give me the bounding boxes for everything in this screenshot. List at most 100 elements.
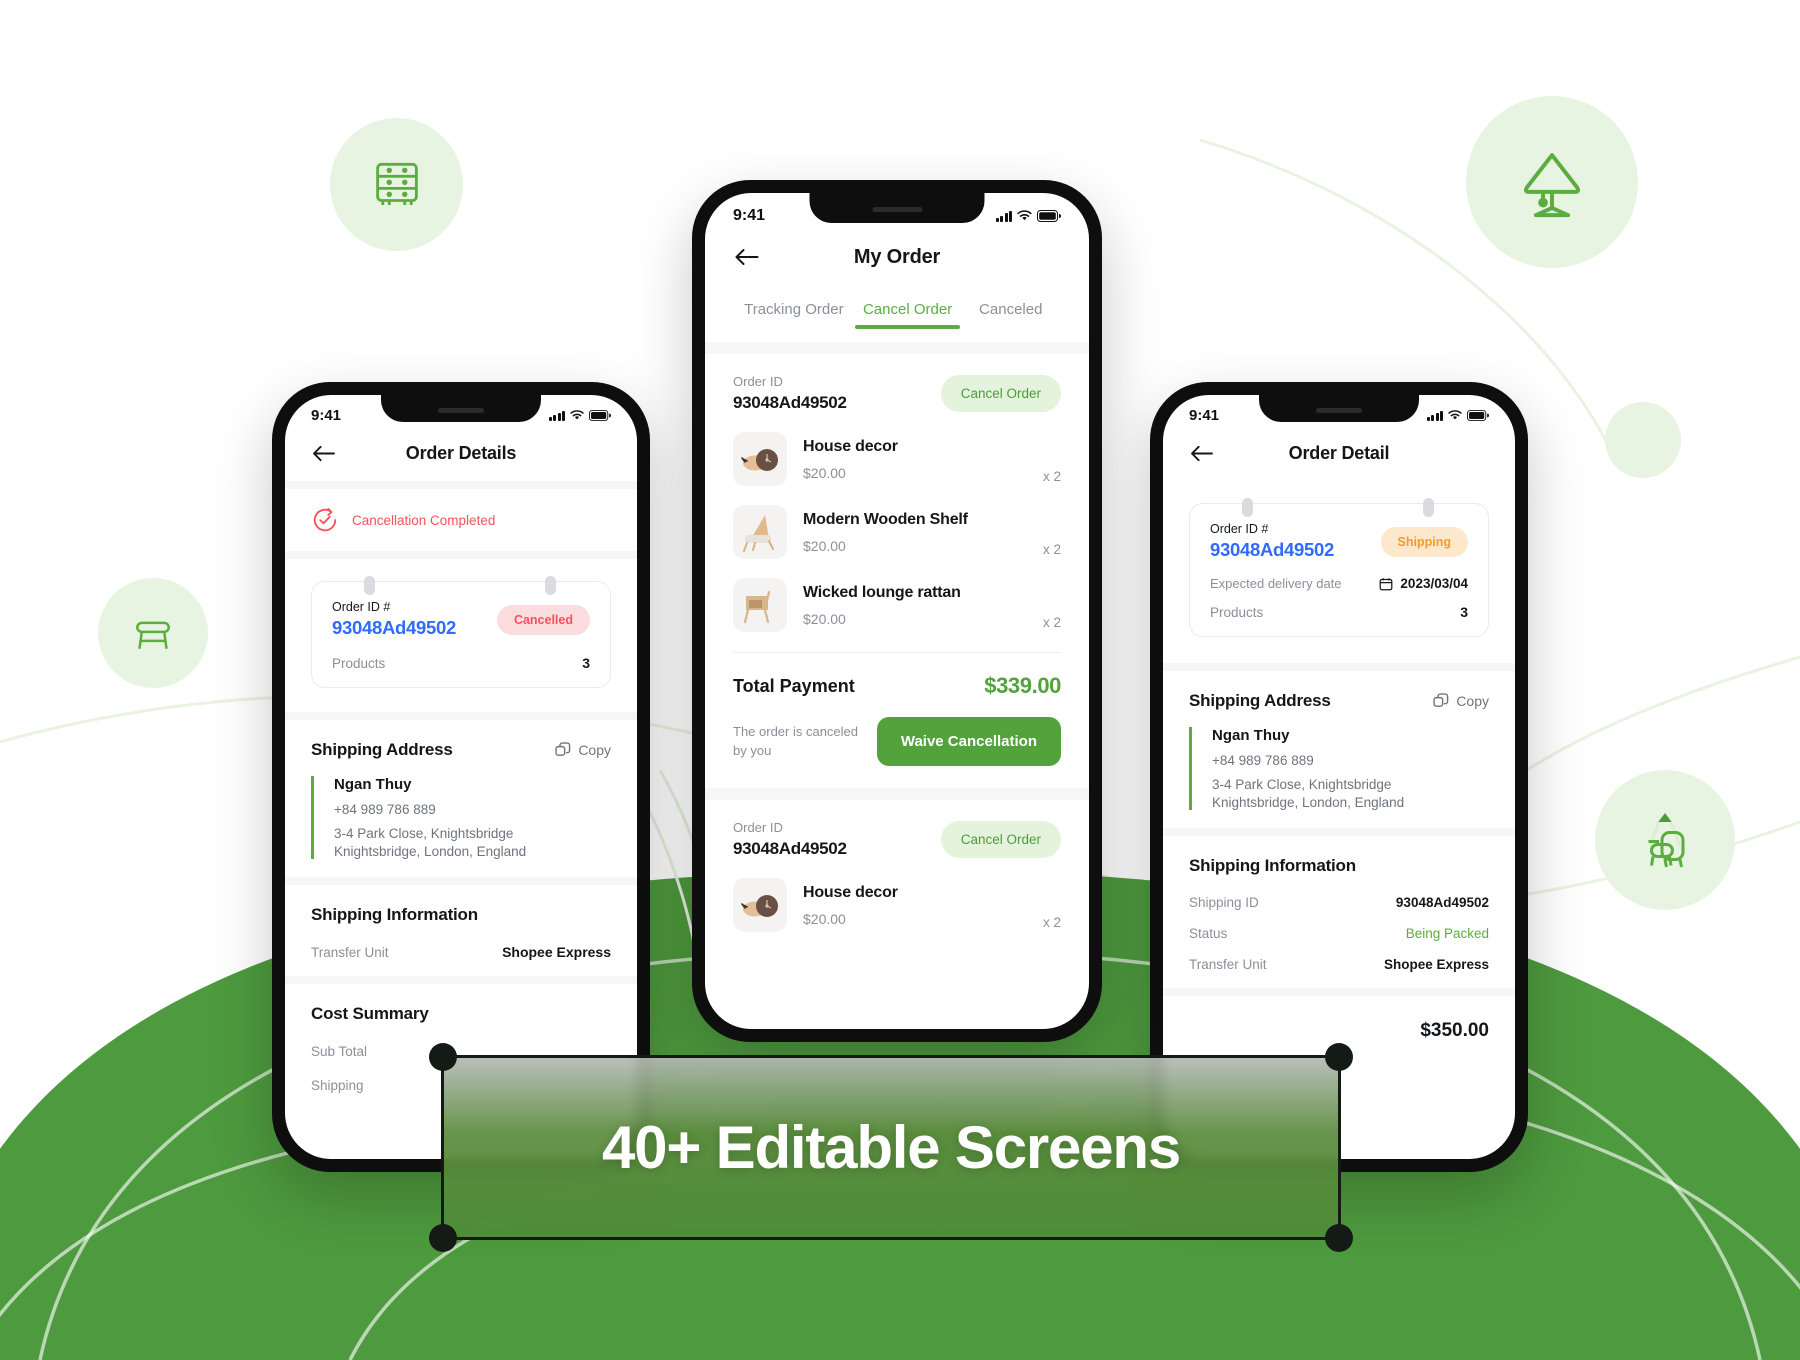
tab-tracking-order[interactable]: Tracking Order xyxy=(733,301,855,318)
resize-handle-bottom-left[interactable] xyxy=(429,1224,457,1252)
info-row-shipping-id: Shipping ID 93048Ad49502 xyxy=(1189,895,1489,910)
shipping-information-section: Shipping Information Shipping ID 93048Ad… xyxy=(1163,836,1515,988)
back-arrow-icon[interactable] xyxy=(733,247,760,267)
delivery-date-label: Expected delivery date xyxy=(1210,576,1342,591)
divider xyxy=(1163,663,1515,671)
cancel-order-button[interactable]: Cancel Order xyxy=(940,375,1061,412)
order-card-wrap: Order ID # 93048Ad49502 Cancelled Produc… xyxy=(285,559,637,688)
dresser-icon xyxy=(375,162,418,205)
table-lamp-icon xyxy=(1523,153,1581,218)
order-card-wrap: Order ID # 93048Ad49502 Shipping Expecte… xyxy=(1163,481,1515,637)
editable-screens-banner[interactable]: 40+ Editable Screens xyxy=(429,1043,1353,1252)
divider xyxy=(285,481,637,489)
delivery-date-row: Expected delivery date 2023/03/04 xyxy=(1210,576,1468,591)
page-title: Order Detail xyxy=(1288,443,1390,463)
total-payment-label: Total Payment xyxy=(733,675,855,696)
info-value: 93048Ad49502 xyxy=(1395,895,1489,910)
info-row: Transfer Unit Shopee Express xyxy=(311,944,611,960)
cancel-order-button[interactable]: Cancel Order xyxy=(940,821,1061,858)
product-image xyxy=(733,505,787,559)
order-summary-card: Order ID # 93048Ad49502 Cancelled Produc… xyxy=(311,576,611,688)
tab-bar: Tracking Order Cancel Order Canceled xyxy=(705,287,1089,331)
shipping-information-section: Shipping Information Transfer Unit Shope… xyxy=(285,885,637,976)
back-arrow-icon[interactable] xyxy=(311,444,336,463)
order-block-2: Order ID 93048Ad49502 Cancel Order House… xyxy=(705,800,1089,932)
shipping-address-header: Shipping Address Copy xyxy=(1189,691,1489,711)
page-title: My Order xyxy=(853,245,941,268)
address-line-2: Knightsbridge, London, England xyxy=(1212,795,1405,810)
product-row[interactable]: Wicked lounge rattan $20.00 x 2 xyxy=(733,578,1061,632)
products-row: Products 3 xyxy=(1210,604,1468,620)
card-tick-right xyxy=(1423,498,1434,517)
shipping-address-section: Shipping Address Copy Ngan Thuy +84 989 … xyxy=(1163,671,1515,828)
tab-active-underline xyxy=(854,325,961,329)
order-id-value: 93048Ad49502 xyxy=(332,617,456,638)
resize-handle-top-right[interactable] xyxy=(1325,1043,1353,1071)
tab-label: Canceled xyxy=(979,301,1043,318)
copy-icon xyxy=(555,742,571,756)
product-price: $20.00 xyxy=(803,537,846,554)
section-title: Shipping Information xyxy=(311,905,478,924)
tab-cancel-order[interactable]: Cancel Order xyxy=(854,301,961,329)
shipping-address-header: Shipping Address Copy xyxy=(311,740,611,760)
page-title: Order Details xyxy=(405,443,517,463)
info-value: Shopee Express xyxy=(502,944,611,960)
address-line-1: 3-4 Park Close, Knightsbridge xyxy=(334,826,514,841)
delivery-date-value-wrap: 2023/03/04 xyxy=(1379,576,1468,591)
order-id-label: Order ID # xyxy=(1210,522,1269,536)
total-payment-value: $339.00 xyxy=(984,673,1061,698)
info-label: Status xyxy=(1189,926,1228,941)
battery-icon xyxy=(1037,210,1061,222)
order-id-row: Order ID # 93048Ad49502 Shipping xyxy=(1210,522,1468,561)
resize-handle-top-left[interactable] xyxy=(429,1043,457,1071)
product-name: House decor xyxy=(803,437,898,455)
order-id-label: Order ID # xyxy=(332,600,391,614)
house-decor-thumb xyxy=(733,878,787,932)
wifi-icon xyxy=(1017,210,1032,221)
order-id-value: 93048Ad49502 xyxy=(1210,539,1334,560)
status-bar: 9:41 xyxy=(705,193,1089,225)
calendar-icon xyxy=(1380,577,1393,590)
product-row[interactable]: House decor $20.00 x 2 xyxy=(733,878,1061,932)
copy-label: Copy xyxy=(578,742,611,758)
divider xyxy=(705,342,1089,354)
recipient-name: Ngan Thuy xyxy=(334,776,412,793)
copy-button[interactable]: Copy xyxy=(1433,693,1489,709)
product-qty: x 2 xyxy=(1042,469,1061,484)
order-header: Order ID 93048Ad49502 Cancel Order xyxy=(733,820,1061,859)
status-time: 9:41 xyxy=(1189,407,1220,424)
divider xyxy=(285,712,637,720)
product-name: House decor xyxy=(803,883,898,901)
product-image xyxy=(733,578,787,632)
divider xyxy=(285,877,637,885)
address-block: Ngan Thuy +84 989 786 889 3-4 Park Close… xyxy=(311,776,611,859)
order-id-label: Order ID xyxy=(733,374,783,389)
check-circle-icon xyxy=(313,508,337,532)
battery-icon xyxy=(1467,410,1489,421)
status-icons xyxy=(548,410,611,421)
armchair-lamp-icon xyxy=(1648,813,1685,868)
resize-handle-bottom-right[interactable] xyxy=(1325,1224,1353,1252)
waive-cancellation-button[interactable]: Waive Cancellation xyxy=(876,717,1061,766)
product-price: $20.00 xyxy=(803,464,846,481)
status-bar: 9:41 xyxy=(285,395,637,424)
product-row[interactable]: Modern Wooden Shelf $20.00 x 2 xyxy=(733,505,1061,559)
address-line-2: Knightsbridge, London, England xyxy=(334,844,527,859)
status-badge: Cancelled xyxy=(496,604,590,635)
recipient-phone: +84 989 786 889 xyxy=(334,802,436,817)
copy-button[interactable]: Copy xyxy=(555,742,611,758)
divider xyxy=(705,788,1089,800)
product-row[interactable]: House decor $20.00 x 2 xyxy=(733,432,1061,486)
section-title: Shipping Information xyxy=(1189,856,1356,875)
info-label: Transfer Unit xyxy=(311,944,389,960)
back-arrow-icon[interactable] xyxy=(1189,444,1214,463)
info-label: Shipping ID xyxy=(1189,895,1259,910)
order-id-row: Order ID # 93048Ad49502 Cancelled xyxy=(332,600,590,639)
info-value-status: Being Packed xyxy=(1405,926,1489,941)
tab-canceled[interactable]: Canceled xyxy=(960,301,1061,318)
footer-total-section: $350.00 xyxy=(1163,996,1515,1042)
order-id-label: Order ID xyxy=(733,820,783,835)
product-qty: x 2 xyxy=(1042,615,1061,630)
section-title: Shipping Address xyxy=(1189,691,1331,710)
info-value: Shopee Express xyxy=(1383,957,1489,972)
